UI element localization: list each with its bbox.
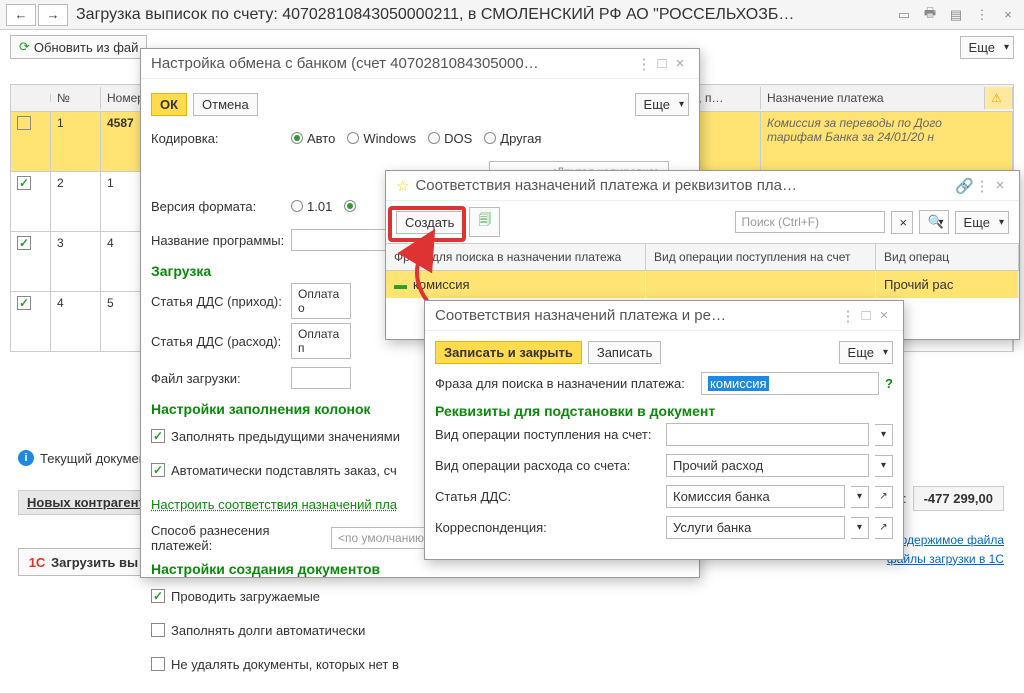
page-title: Загрузка выписок по счету: 4070281084305…	[76, 6, 888, 24]
1c-icon: 1С	[27, 552, 47, 572]
col-opin[interactable]: Вид операции поступления на счет	[646, 244, 876, 270]
dropdown-icon[interactable]: ▾	[875, 424, 893, 446]
opin-select[interactable]	[666, 423, 869, 446]
more-icon[interactable]: ⋮	[635, 55, 653, 73]
ver-102[interactable]	[344, 200, 356, 212]
row-checkbox[interactable]	[17, 116, 31, 130]
modal1-title: Настройка обмена с банком (счет 40702810…	[151, 55, 539, 72]
phrase-input[interactable]: комиссия	[701, 372, 879, 395]
dds-in-select[interactable]: Оплата о	[291, 283, 351, 319]
row-checkbox[interactable]	[17, 236, 31, 250]
file-icon[interactable]: ▤	[946, 5, 966, 25]
korr-label: Корреспонденция:	[435, 520, 660, 535]
ver-101[interactable]: 1.01	[291, 199, 332, 214]
split-label: Способ разнесения платежей:	[151, 523, 331, 553]
more-button[interactable]: Еще	[960, 36, 1014, 59]
more-button[interactable]: Еще	[955, 211, 1009, 234]
configure-correspondence-link[interactable]: Настроить соответствия назначений пла	[151, 497, 397, 512]
copy-button[interactable]: 🗐	[469, 207, 500, 237]
sum-value: -477 299,00	[913, 486, 1004, 511]
open-icon[interactable]: ↗	[875, 486, 893, 508]
ok-button[interactable]: ОК	[151, 93, 187, 116]
col-purpose[interactable]: Назначение платежа	[761, 87, 985, 109]
modal2-title: Соответствия назначений платежа и реквиз…	[415, 177, 797, 194]
more-button[interactable]: Еще	[839, 341, 893, 364]
col-num[interactable]: №	[51, 87, 101, 109]
highlight-create	[388, 206, 466, 242]
refresh-button[interactable]: ⟳ Обновить из фай	[10, 35, 147, 59]
close-icon[interactable]: ×	[671, 55, 689, 72]
close-icon[interactable]: ×	[991, 177, 1009, 194]
enc-win[interactable]: Windows	[347, 131, 416, 146]
load-statements-button[interactable]: 1С Загрузить вы	[18, 548, 147, 576]
enc-auto[interactable]: Авто	[291, 131, 335, 146]
search-icon: 🔍	[928, 214, 944, 230]
help-icon[interactable]: ?	[885, 376, 893, 391]
link-icon[interactable]: 🔗	[955, 177, 973, 195]
opout-select[interactable]: Прочий расход	[666, 454, 869, 477]
close-icon[interactable]: ×	[875, 307, 893, 324]
split-select[interactable]: <по умолчанию>	[331, 527, 438, 549]
dropdown-icon[interactable]: ▾	[851, 517, 869, 539]
refresh-icon: ⟳	[19, 39, 30, 55]
save-button[interactable]: Записать	[588, 341, 662, 364]
row-checkbox[interactable]	[17, 176, 31, 190]
dds-label: Статья ДДС:	[435, 489, 660, 504]
chk-post[interactable]	[151, 589, 165, 603]
correspondence-row[interactable]: ▬комиссия Прочий рас	[386, 271, 1019, 298]
search-input[interactable]: Поиск (Ctrl+F)	[735, 211, 885, 233]
search-button[interactable]: 🔍	[919, 210, 949, 234]
save-close-button[interactable]: Записать и закрыть	[435, 341, 582, 364]
encoding-label: Кодировка:	[151, 131, 291, 146]
enc-dos[interactable]: DOS	[428, 131, 472, 146]
warning-icon: ⚠	[991, 91, 1002, 105]
print-icon[interactable]: 🖶	[920, 5, 940, 25]
requisites-section: Реквизиты для подстановки в документ	[435, 403, 893, 419]
korr-select[interactable]: Услуги банка	[666, 516, 845, 539]
file-label: Файл загрузки:	[151, 371, 291, 386]
dds-in-label: Статья ДДС (приход):	[151, 294, 291, 309]
chk-no-delete[interactable]	[151, 657, 165, 671]
minimize-icon[interactable]: □	[857, 307, 875, 324]
dds-select[interactable]: Комиссия банка	[666, 485, 845, 508]
close-icon[interactable]: ×	[998, 5, 1018, 25]
opin-label: Вид операции поступления на счет:	[435, 427, 660, 442]
file-input[interactable]	[291, 367, 351, 389]
copy-icon: 🗐	[478, 211, 491, 233]
star-icon: ☆	[396, 177, 409, 195]
dds-out-label: Статья ДДС (расход):	[151, 334, 291, 349]
version-label: Версия формата:	[151, 199, 291, 214]
dropdown-icon[interactable]: ▾	[851, 486, 869, 508]
more-button[interactable]: Еще	[635, 93, 689, 116]
enc-other[interactable]: Другая	[484, 131, 541, 146]
open-icon[interactable]: ↗	[875, 517, 893, 539]
program-label: Название программы:	[151, 233, 291, 248]
clear-search[interactable]: ×	[891, 211, 913, 234]
more-icon[interactable]: ⋮	[972, 5, 992, 25]
modal3-title: Соответствия назначений платежа и ре…	[435, 307, 726, 324]
correspondence-form-modal: Соответствия назначений платежа и ре… ⋮ …	[424, 300, 904, 560]
chk-auto-subst[interactable]	[151, 463, 165, 477]
dropdown-icon[interactable]: ▾	[875, 455, 893, 477]
col-opout[interactable]: Вид операц	[876, 244, 1019, 270]
report-icon[interactable]: ▭	[894, 5, 914, 25]
phrase-label: Фраза для поиска в назначении платежа:	[435, 376, 695, 391]
row-checkbox[interactable]	[17, 296, 31, 310]
opout-label: Вид операции расхода со счета:	[435, 458, 660, 473]
chk-fill-debts[interactable]	[151, 623, 165, 637]
more-icon[interactable]: ⋮	[839, 307, 857, 325]
more-icon[interactable]: ⋮	[973, 177, 991, 195]
chk-prev-values[interactable]	[151, 429, 165, 443]
forward-button[interactable]: →	[38, 4, 68, 26]
docs-section: Настройки создания документов	[151, 561, 689, 577]
status-text: Текущий докумен	[40, 451, 146, 466]
dds-out-select[interactable]: Оплата п	[291, 323, 351, 359]
cancel-button[interactable]: Отмена	[193, 93, 258, 116]
minimize-icon[interactable]: □	[653, 55, 671, 72]
back-button[interactable]: ←	[6, 4, 36, 26]
info-icon: i	[18, 450, 34, 466]
